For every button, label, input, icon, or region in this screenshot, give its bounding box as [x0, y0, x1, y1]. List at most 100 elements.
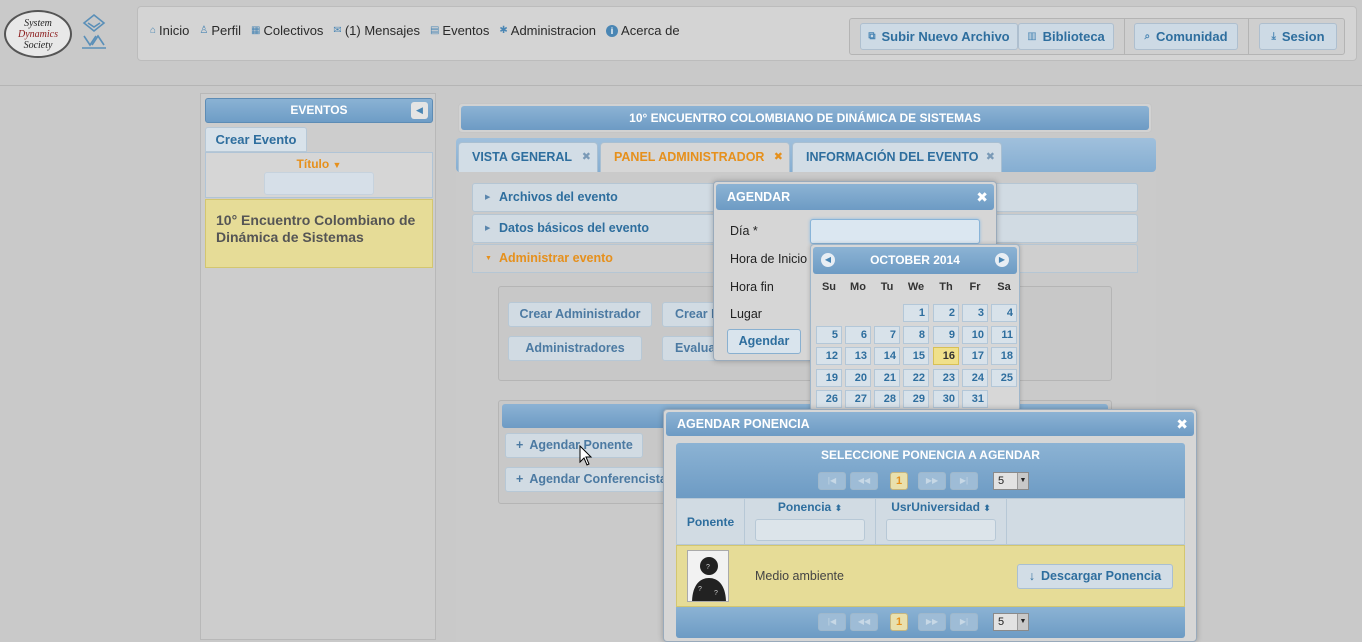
calendar-day[interactable]: 30 — [933, 390, 959, 408]
collapse-left-icon[interactable]: ◀ — [411, 102, 428, 119]
prev-month-icon[interactable]: ◀ — [821, 253, 835, 267]
ponencia-filter-input[interactable] — [755, 519, 865, 541]
tab-informacion-evento[interactable]: INFORMACIÓN DEL EVENTO ✖ — [792, 142, 1002, 172]
prev-page-icon[interactable]: ◀◀ — [850, 613, 878, 631]
dialog-header: AGENDAR PONENCIA ✖ — [666, 412, 1194, 436]
create-admin-button[interactable]: Crear Administrador — [508, 302, 652, 327]
column-title-header[interactable]: Título ▼ — [206, 157, 432, 171]
first-page-icon[interactable]: |◀ — [818, 613, 846, 631]
tab-vista-general-label: VISTA GENERAL — [472, 150, 573, 164]
nav-mensajes[interactable]: ✉ (1) Mensajes — [333, 23, 420, 38]
last-page-icon[interactable]: ▶| — [950, 472, 978, 490]
next-page-icon[interactable]: ▶▶ — [918, 472, 946, 490]
library-button[interactable]: ▥ Biblioteca — [1018, 23, 1114, 50]
weekday-header: Th — [939, 281, 953, 293]
community-label: Comunidad — [1156, 29, 1228, 44]
calendar-day[interactable]: 29 — [903, 390, 929, 408]
dialog-title: AGENDAR PONENCIA — [677, 417, 810, 431]
calendar-day[interactable]: 8 — [903, 325, 929, 344]
nav-inicio[interactable]: ⌂ Inicio — [150, 23, 189, 38]
calendar-day[interactable]: 21 — [874, 368, 900, 387]
calendar-day[interactable]: 5 — [816, 325, 842, 344]
calendar-day[interactable]: 25 — [991, 368, 1017, 387]
agendar-submit-button[interactable]: Agendar — [727, 329, 801, 354]
calendar-day[interactable]: 3 — [962, 304, 988, 322]
column-universidad[interactable]: UsrUniversidad ⬍ — [876, 499, 1007, 544]
nav-eventos[interactable]: ▤ Eventos — [430, 23, 489, 38]
calendar-day[interactable]: 11 — [991, 325, 1017, 344]
tab-informacion-evento-label: INFORMACIÓN DEL EVENTO — [806, 150, 979, 164]
calendar-day[interactable]: 18 — [991, 347, 1017, 365]
calendar-day[interactable]: 31 — [962, 390, 988, 408]
calendar-day-today[interactable]: 16 — [933, 347, 959, 365]
close-icon[interactable]: ✖ — [976, 184, 988, 210]
session-button[interactable]: ⤓ Sesion — [1259, 23, 1337, 50]
close-icon[interactable]: ✖ — [1176, 412, 1188, 436]
page-number[interactable]: 1 — [890, 613, 908, 631]
calendar-day[interactable]: 13 — [845, 347, 871, 365]
column-ponencia[interactable]: Ponencia ⬍ — [745, 499, 876, 544]
community-button[interactable]: ⌕ Comunidad — [1134, 23, 1238, 50]
tab-panel-administrador[interactable]: PANEL ADMINISTRADOR ✖ — [600, 142, 790, 172]
calendar-day[interactable]: 17 — [962, 347, 988, 365]
calendar-day[interactable]: 14 — [874, 347, 900, 365]
events-table-header: Título ▼ — [205, 152, 433, 198]
rows-per-page-value: 5 — [998, 475, 1005, 487]
calendar-day[interactable]: 9 — [933, 325, 959, 344]
svg-text:?: ? — [706, 564, 710, 571]
table-row[interactable]: ? ? ? Medio ambiente ↓ Descargar Ponencia — [676, 545, 1185, 607]
chevron-right-icon: ▶ — [485, 194, 491, 201]
tab-vista-general[interactable]: VISTA GENERAL ✖ — [458, 142, 598, 172]
calendar-day[interactable]: 4 — [991, 304, 1017, 322]
first-page-icon[interactable]: |◀ — [818, 472, 846, 490]
calendar-day[interactable]: 20 — [845, 368, 871, 387]
calendar-day[interactable]: 24 — [962, 368, 988, 387]
event-row[interactable]: 10° Encuentro Colombiano de Dinámica de … — [205, 199, 433, 268]
calendar-day[interactable]: 27 — [845, 390, 871, 408]
calendar-day[interactable]: 22 — [903, 368, 929, 387]
session-label: Sesion — [1281, 29, 1325, 44]
hora-inicio-label: Hora de Inicio — [730, 252, 808, 266]
calendar-day[interactable]: 15 — [903, 347, 929, 365]
calendar-day[interactable]: 2 — [933, 304, 959, 322]
rows-per-page-select[interactable]: 5 ▼ — [993, 472, 1029, 490]
agendar-ponente-button[interactable]: + Agendar Ponente — [505, 433, 643, 458]
page-number[interactable]: 1 — [890, 472, 908, 490]
nav-acerca-de[interactable]: i Acerca de — [606, 23, 680, 38]
ponencias-table-header: SELECCIONE PONENCIA A AGENDAR |◀ ◀◀ 1 ▶▶… — [676, 443, 1185, 498]
administrators-button[interactable]: Administradores — [508, 336, 642, 361]
dia-input[interactable] — [810, 219, 980, 244]
rows-per-page-value: 5 — [998, 616, 1005, 628]
calendar-day[interactable]: 12 — [816, 347, 842, 365]
calendar-day[interactable]: 26 — [816, 390, 842, 408]
create-event-button[interactable]: Crear Evento — [205, 127, 307, 152]
rows-per-page-select[interactable]: 5 ▼ — [993, 613, 1029, 631]
calendar-day[interactable]: 1 — [903, 304, 929, 322]
last-page-icon[interactable]: ▶| — [950, 613, 978, 631]
paginator-top: |◀ ◀◀ 1 ▶▶ ▶| 5 ▼ — [676, 472, 1185, 496]
next-page-icon[interactable]: ▶▶ — [918, 613, 946, 631]
calendar-day[interactable]: 6 — [845, 325, 871, 344]
title-filter-input[interactable] — [264, 172, 374, 195]
calendar-day[interactable]: 19 — [816, 368, 842, 387]
next-month-icon[interactable]: ▶ — [995, 253, 1009, 267]
upload-file-button[interactable]: ⧉ Subir Nuevo Archivo — [860, 23, 1018, 50]
close-icon[interactable]: ✖ — [986, 143, 995, 171]
avatar: ? ? ? — [687, 550, 729, 602]
calendar-day[interactable]: 23 — [933, 368, 959, 387]
nav-colectivos[interactable]: ▦ Colectivos — [251, 23, 323, 38]
agendar-conferencista-button[interactable]: + Agendar Conferencista — [505, 467, 665, 492]
system-dynamics-society-logo[interactable]: System Dynamics Society — [4, 10, 72, 58]
calendar-day[interactable]: 7 — [874, 325, 900, 344]
nav-perfil[interactable]: ♙ Perfil — [199, 23, 241, 38]
close-icon[interactable]: ✖ — [774, 143, 783, 171]
calendar-day[interactable]: 10 — [962, 325, 988, 344]
nav-inicio-label: Inicio — [159, 23, 190, 38]
close-icon[interactable]: ✖ — [582, 143, 591, 171]
universidad-filter-input[interactable] — [886, 519, 996, 541]
download-ponencia-button[interactable]: ↓ Descargar Ponencia — [1017, 564, 1173, 589]
nav-administracion[interactable]: ✱ Administracion — [499, 23, 596, 38]
prev-page-icon[interactable]: ◀◀ — [850, 472, 878, 490]
calendar-icon: ▤ — [429, 25, 440, 36]
calendar-day[interactable]: 28 — [874, 390, 900, 408]
